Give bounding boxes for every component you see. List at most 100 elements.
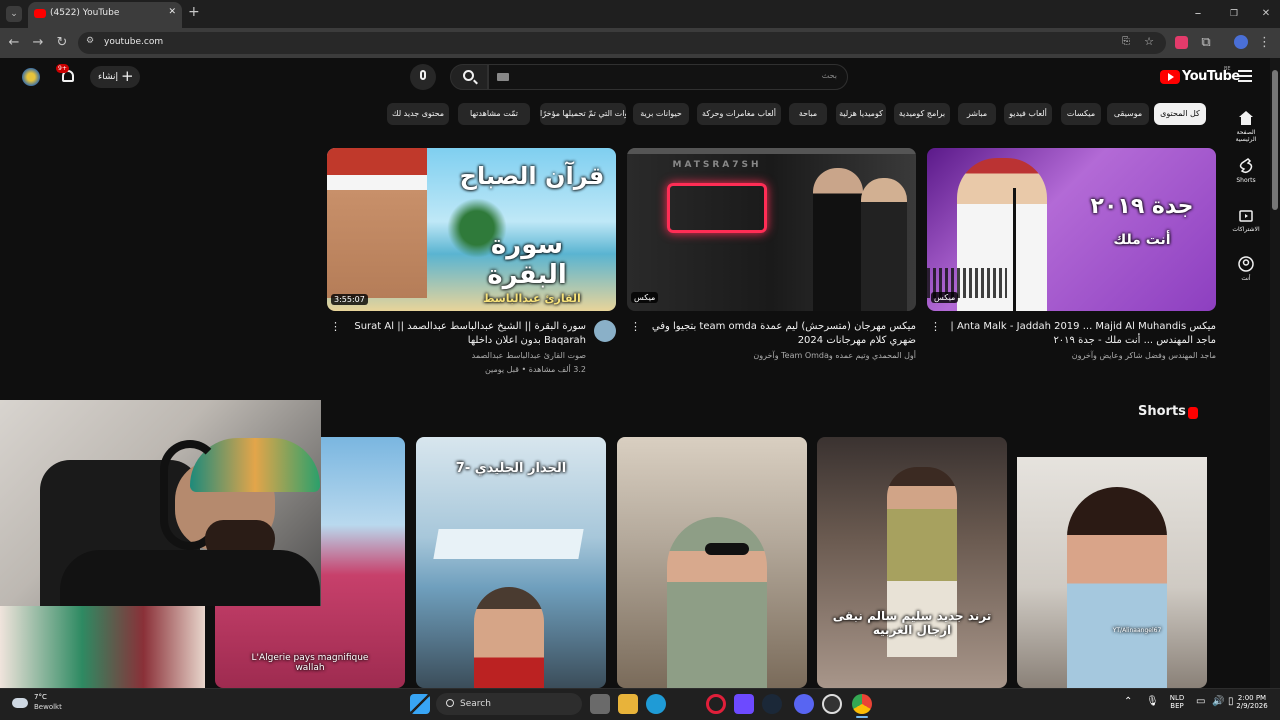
video-title-1[interactable]: سورة البقرة || الشيخ عبدالباسط عبدالصمد … — [340, 320, 586, 348]
chrome-icon[interactable] — [852, 694, 872, 714]
video-channel-2[interactable]: أول المحمدي وتيم عمده وTeam Omda وآخرون — [640, 350, 916, 362]
search-input[interactable]: بحث — [488, 64, 848, 90]
filter-chip[interactable]: كوميديا هزلية — [836, 103, 886, 125]
thumb-text-3: القارئ عبدالباسط — [483, 292, 581, 305]
tab-title: (4522) YouTube — [50, 8, 120, 18]
filter-chip[interactable]: حيوانات برية — [633, 103, 689, 125]
active-app-indicator — [856, 716, 868, 718]
discord-icon[interactable] — [794, 694, 814, 714]
opera-icon[interactable] — [706, 694, 726, 714]
forward-icon[interactable]: → — [30, 35, 46, 51]
video-title-3[interactable]: ميكس Anta Malk - Jaddah 2019 ... Majid A… — [940, 320, 1216, 348]
short-card-5[interactable]: YT/Alinaangel67 — [1017, 437, 1207, 688]
browser-menu-icon[interactable]: ⋮ — [1258, 35, 1271, 51]
input-language[interactable]: NLD BEP — [1164, 694, 1190, 710]
short-card-3[interactable] — [617, 437, 807, 688]
clock[interactable]: 2:00 PM 2/9/2026 — [1228, 694, 1276, 710]
filter-chip[interactable]: القنوات التي تمّ تحميلها مؤخرًا — [540, 103, 626, 125]
tray-chevron-icon[interactable]: ⌃ — [1124, 696, 1132, 707]
search-button[interactable] — [450, 64, 488, 90]
extension-icon[interactable] — [1175, 36, 1188, 49]
short-caption-2: 7- الجدار الجليدي — [455, 461, 567, 476]
close-window-icon[interactable]: ✕ — [1258, 6, 1274, 22]
youtube-logo[interactable]: YouTube BE — [1160, 66, 1240, 86]
page-scrollbar[interactable] — [1270, 58, 1280, 688]
filter-chip[interactable]: ميكسات — [1061, 103, 1101, 125]
short-card-2[interactable]: 7- الجدار الجليدي — [416, 437, 606, 688]
new-tab-button[interactable]: + — [188, 4, 200, 20]
shorts-title: Shorts — [1138, 404, 1186, 419]
voice-search-button[interactable] — [410, 64, 436, 90]
hamburger-menu-icon[interactable] — [1238, 70, 1252, 82]
scrollbar-thumb[interactable] — [1272, 70, 1278, 210]
tab-close-icon[interactable]: ✕ — [168, 7, 176, 17]
nav-shorts-label: Shorts — [1236, 177, 1256, 184]
filter-chip[interactable]: ألعاب فيديو — [1004, 103, 1052, 125]
start-button[interactable] — [410, 694, 430, 714]
short-caption-4: ترند جديد سليم سالم نبقى ارجال الغربيه — [832, 609, 992, 637]
video-duration: 3:55:07 — [331, 294, 368, 305]
video-menu-icon-3[interactable]: ⋮ — [930, 320, 941, 333]
site-info-icon[interactable]: ⚙ — [86, 36, 94, 46]
tab-list-icon[interactable]: ⌄ — [6, 6, 22, 22]
bookmark-star-icon[interactable]: ☆ — [1144, 35, 1154, 48]
nav-shorts[interactable]: Shorts — [1226, 158, 1266, 184]
shorts-logo-icon — [1188, 407, 1198, 419]
filter-chip[interactable]: موسيقى — [1107, 103, 1149, 125]
obs-icon[interactable] — [822, 694, 842, 714]
browser-tab[interactable]: (4522) YouTube ✕ — [28, 2, 182, 28]
minimize-icon[interactable]: – — [1190, 6, 1206, 22]
filter-chip[interactable]: مباشر — [958, 103, 996, 125]
filter-chip[interactable]: ألعاب مغامرات وحركة — [697, 103, 781, 125]
lang-top: NLD — [1169, 694, 1185, 702]
install-app-icon[interactable]: ⎘ — [1122, 36, 1130, 47]
webcam-overlay — [0, 400, 321, 606]
thumb-text-3-1: جدة ٢٠١٩ — [1090, 194, 1194, 219]
reload-icon[interactable]: ↻ — [54, 35, 70, 51]
video-title-2[interactable]: ميكس مهرجان (متسرحش) ليم عمدة team omda … — [640, 320, 916, 348]
steam-icon[interactable] — [762, 694, 782, 714]
video-thumbnail-3[interactable]: جدة ٢٠١٩ أنت ملك ميكس — [927, 148, 1216, 311]
windows-taskbar — [0, 688, 1280, 720]
back-icon[interactable]: ← — [6, 35, 22, 51]
filter-chip[interactable]: محتوى جديد لك — [387, 103, 449, 125]
volume-icon[interactable]: 🔊 — [1212, 696, 1224, 707]
short-caption-5: YT/Alinaangel67 — [1112, 627, 1162, 634]
profile-avatar[interactable] — [1234, 35, 1248, 49]
network-icon[interactable]: ▭ — [1196, 696, 1205, 707]
filter-chip[interactable]: برامج كوميدية — [894, 103, 950, 125]
short-card-4[interactable]: ترند جديد سليم سالم نبقى ارجال الغربيه — [817, 437, 1007, 688]
extensions-puzzle-icon[interactable]: ⧉ — [1198, 35, 1214, 51]
notifications-button[interactable]: 9+ — [56, 64, 80, 88]
weather-widget[interactable]: 7°C Bewolkt — [10, 692, 70, 716]
channel-avatar[interactable] — [22, 68, 40, 86]
address-url: youtube.com — [104, 37, 164, 47]
create-button[interactable]: إنشاء + — [90, 66, 140, 88]
nav-subscriptions[interactable]: الاشتراكات — [1226, 207, 1266, 233]
filter-chip[interactable]: كل المحتوى — [1154, 103, 1206, 125]
mic-tray-icon[interactable]: 🎙 — [1146, 696, 1159, 707]
left-partial-short — [0, 606, 205, 688]
filter-chip[interactable]: مباحة — [789, 103, 827, 125]
video-thumbnail-1[interactable]: قرآن الصباح سورة البقرة القارئ عبدالباسط… — [327, 148, 616, 311]
video-channel-3[interactable]: ماجد المهندس وفضل شاكر وعايض وآخرون — [940, 350, 1216, 362]
video-menu-icon-1[interactable]: ⋮ — [330, 320, 341, 333]
task-view-icon[interactable] — [590, 694, 610, 714]
presenter-face — [474, 587, 544, 688]
filter-chip[interactable]: تمّت مشاهدتها — [458, 103, 530, 125]
proton-vpn-icon[interactable] — [734, 694, 754, 714]
taskbar-search[interactable]: Search — [436, 693, 582, 715]
video-thumbnail-2[interactable]: MATSRA7SH ميكس — [627, 148, 916, 311]
region-code: BE — [1224, 66, 1231, 72]
channel-avatar-1[interactable] — [594, 320, 616, 342]
keyboard-icon[interactable] — [497, 73, 509, 81]
singer-2-silhouette — [861, 178, 907, 311]
nav-home[interactable]: الصفحة الرئيسية — [1226, 110, 1266, 143]
nav-you[interactable]: أنت — [1226, 256, 1266, 282]
file-explorer-icon[interactable] — [618, 694, 638, 714]
maximize-icon[interactable]: ❐ — [1226, 6, 1242, 22]
video-channel-1[interactable]: صوت القارئ عبدالباسط عبدالصمد — [340, 350, 586, 362]
edge-icon[interactable] — [646, 694, 666, 714]
address-bar[interactable]: ⚙ youtube.com ⎘ ☆ — [78, 32, 1166, 54]
video-menu-icon-2[interactable]: ⋮ — [630, 320, 641, 333]
